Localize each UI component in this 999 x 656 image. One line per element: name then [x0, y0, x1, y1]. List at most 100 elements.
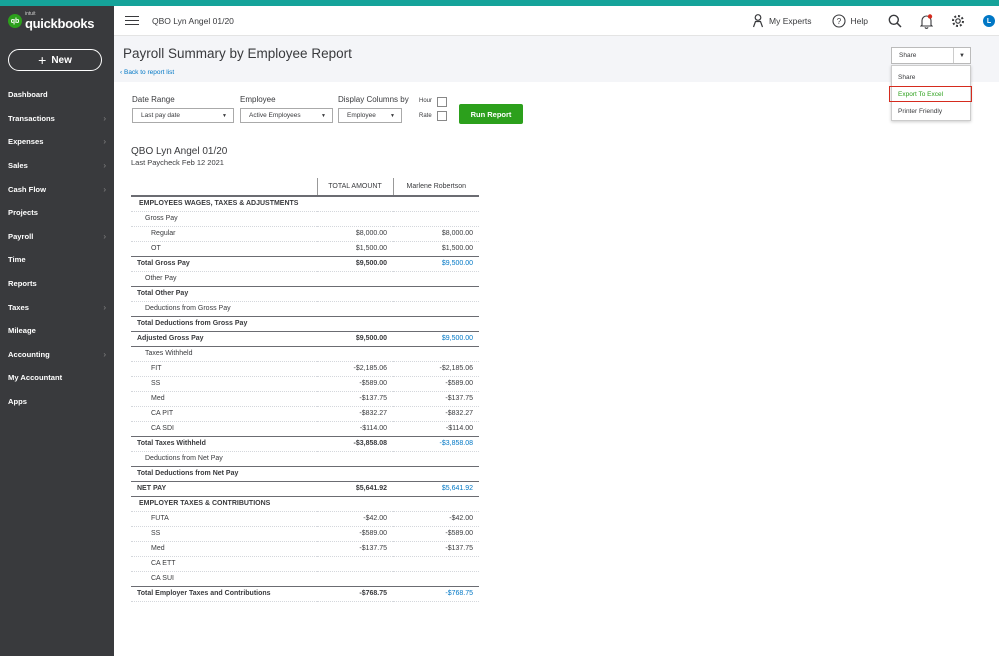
row-total-amount[interactable]: $9,500.00: [317, 330, 393, 347]
row-total-amount: [317, 271, 393, 287]
caret-down-icon: ▼: [321, 112, 326, 119]
help-icon: ?: [831, 14, 846, 28]
row-employee-amount: [393, 301, 479, 317]
row-label: Total Other Pay: [131, 285, 317, 302]
display-columns-label: Display Columns by: [338, 95, 409, 104]
sidebar-item-projects[interactable]: Projects: [0, 201, 114, 225]
row-label: Med: [131, 541, 317, 557]
sidebar-item-label: Sales: [8, 161, 28, 171]
row-employee-amount[interactable]: $9,500.00: [393, 330, 479, 347]
rate-checkbox[interactable]: [437, 111, 447, 121]
row-employee-amount[interactable]: -$768.75: [393, 585, 479, 602]
report-header: Payroll Summary by Employee Report ‹ Bac…: [114, 36, 999, 121]
sidebar-item-mileage[interactable]: Mileage: [0, 319, 114, 343]
menu-item-share[interactable]: Share: [892, 69, 970, 85]
row-employee-amount[interactable]: $1,500.00: [393, 241, 479, 257]
row-total-amount[interactable]: $1,500.00: [317, 241, 393, 257]
search-button[interactable]: [888, 14, 902, 28]
row-employee-amount[interactable]: -$832.27: [393, 406, 479, 422]
sidebar-item-taxes[interactable]: Taxes ›: [0, 295, 114, 319]
my-experts-button[interactable]: My Experts: [752, 14, 812, 28]
row-employee-amount[interactable]: -$2,185.06: [393, 361, 479, 377]
row-total-amount: [317, 211, 393, 227]
sidebar-item-transactions[interactable]: Transactions ›: [0, 107, 114, 131]
row-label: Deductions from Gross Pay: [131, 301, 317, 317]
row-total-amount[interactable]: -$768.75: [317, 585, 393, 602]
menu-item-export-to-excel[interactable]: Export To Excel: [889, 86, 972, 102]
sidebar-item-expenses[interactable]: Expenses ›: [0, 130, 114, 154]
row-employee-amount[interactable]: $9,500.00: [393, 255, 479, 272]
row-total-amount: [317, 465, 393, 482]
row-total-amount[interactable]: -$589.00: [317, 526, 393, 542]
table-row: Total Employer Taxes and Contributions -$…: [131, 585, 479, 602]
row-employee-amount[interactable]: -$114.00: [393, 421, 479, 437]
sidebar-item-reports[interactable]: Reports: [0, 272, 114, 296]
display-columns-select[interactable]: Employee ▼: [338, 108, 402, 123]
chevron-down-icon[interactable]: ▼: [953, 48, 970, 63]
row-total-amount[interactable]: -$3,858.08: [317, 435, 393, 452]
row-employee-amount[interactable]: -$137.75: [393, 391, 479, 407]
sidebar-item-sales[interactable]: Sales ›: [0, 154, 114, 178]
row-total-amount[interactable]: $5,641.92: [317, 480, 393, 497]
table-row: Total Deductions from Gross Pay: [131, 315, 479, 332]
help-button[interactable]: ? Help: [831, 14, 868, 28]
run-report-button[interactable]: Run Report: [459, 104, 523, 124]
menu-item-printer-friendly[interactable]: Printer Friendly: [892, 103, 970, 119]
row-employee-amount[interactable]: -$589.00: [393, 376, 479, 392]
row-employee-amount[interactable]: -$589.00: [393, 526, 479, 542]
row-total-amount[interactable]: $9,500.00: [317, 255, 393, 272]
row-employee-amount[interactable]: -$3,858.08: [393, 435, 479, 452]
new-button[interactable]: + New: [8, 49, 102, 71]
sidebar-item-time[interactable]: Time: [0, 248, 114, 272]
row-total-amount[interactable]: -$137.75: [317, 541, 393, 557]
row-label: Total Employer Taxes and Contributions: [131, 585, 317, 602]
chevron-right-icon: ›: [103, 113, 106, 123]
new-button-label: New: [51, 54, 72, 66]
row-employee-amount[interactable]: -$42.00: [393, 511, 479, 527]
row-total-amount[interactable]: -$589.00: [317, 376, 393, 392]
row-total-amount[interactable]: $8,000.00: [317, 226, 393, 242]
sidebar-item-accounting[interactable]: Accounting ›: [0, 343, 114, 367]
sidebar-item-payroll[interactable]: Payroll ›: [0, 225, 114, 249]
avatar-letter: L: [983, 15, 995, 27]
sidebar-item-label: Transactions: [8, 113, 55, 123]
hamburger-menu-icon[interactable]: [125, 15, 139, 26]
sidebar-item-cash-flow[interactable]: Cash Flow ›: [0, 177, 114, 201]
sidebar-item-dashboard[interactable]: Dashboard: [0, 83, 114, 107]
quickbooks-logo[interactable]: qb intuit quickbooks: [0, 6, 114, 36]
column-header-total-amount[interactable]: TOTAL AMOUNT: [316, 178, 393, 197]
row-total-amount[interactable]: -$42.00: [317, 511, 393, 527]
row-label: Taxes Withheld: [131, 346, 317, 362]
report-subtitle: Last Paycheck Feb 12 2021: [131, 158, 224, 167]
row-total-amount[interactable]: -$832.27: [317, 406, 393, 422]
settings-button[interactable]: [951, 14, 965, 28]
hour-checkbox[interactable]: [437, 97, 447, 107]
hour-label: Hour: [419, 98, 433, 104]
avatar[interactable]: L: [983, 15, 995, 27]
row-employee-amount[interactable]: $8,000.00: [393, 226, 479, 242]
report-body: QBO Lyn Angel 01/20 Last Paycheck Feb 12…: [131, 146, 479, 602]
employee-select[interactable]: Active Employees ▼: [240, 108, 333, 123]
chevron-right-icon: ›: [103, 231, 106, 241]
row-total-amount[interactable]: -$114.00: [317, 421, 393, 437]
back-to-report-list-link[interactable]: ‹ Back to report list: [120, 69, 174, 76]
row-employee-amount: [393, 285, 479, 302]
row-label: FIT: [131, 361, 317, 377]
share-button-label: Share: [899, 52, 917, 59]
sidebar-item-label: Time: [8, 255, 26, 265]
display-columns-value: Employee: [347, 112, 376, 119]
row-employee-amount[interactable]: $5,641.92: [393, 480, 479, 497]
person-icon: [752, 14, 764, 28]
notifications-button[interactable]: [920, 13, 933, 29]
date-range-select[interactable]: Last pay date ▼: [132, 108, 234, 123]
share-button[interactable]: Share ▼: [891, 47, 971, 64]
sidebar-item-my-accountant[interactable]: My Accountant: [0, 366, 114, 390]
row-total-amount[interactable]: -$137.75: [317, 391, 393, 407]
chevron-right-icon: ›: [103, 137, 106, 147]
row-total-amount[interactable]: -$2,185.06: [317, 361, 393, 377]
row-employee-amount[interactable]: -$137.75: [393, 541, 479, 557]
sidebar-item-apps[interactable]: Apps: [0, 390, 114, 414]
share-dropdown-menu: Share Export To Excel Printer Friendly: [889, 65, 972, 121]
table-row: Taxes Withheld: [131, 346, 479, 362]
column-header-employee[interactable]: Marlene Robertson: [392, 178, 479, 197]
